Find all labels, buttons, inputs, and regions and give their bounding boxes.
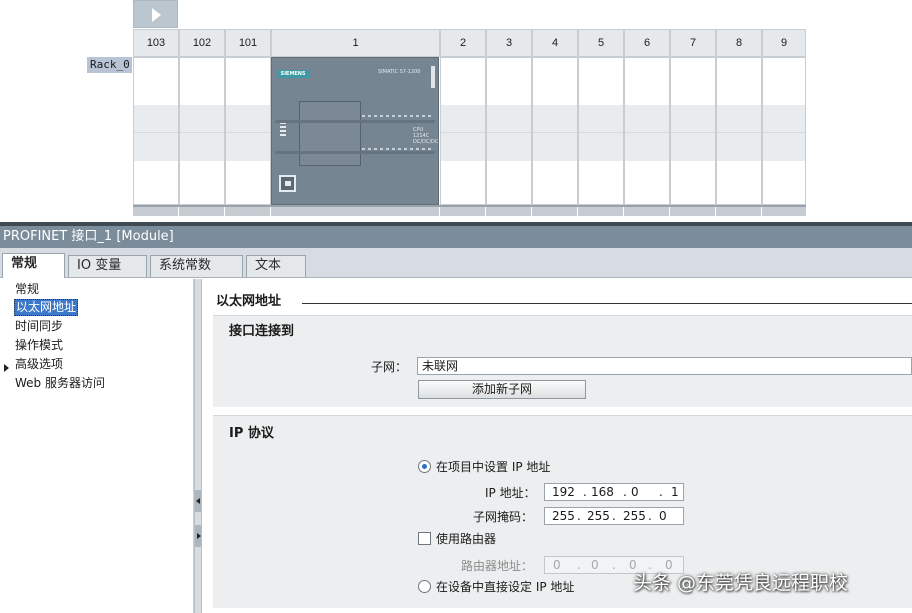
slot-header-2: 2: [440, 29, 486, 57]
slot-foot: [578, 207, 623, 216]
slot-header-101: 101: [225, 29, 271, 57]
ethernet-port-icon[interactable]: [279, 175, 296, 192]
slot-foot: [225, 207, 270, 216]
section-title-ethernet: 以太网地址: [216, 294, 282, 309]
expand-rack-button[interactable]: [133, 0, 178, 28]
slot-header-6: 6: [624, 29, 670, 57]
inspector-tabs: 常规 IO 变量 系统常数 文本: [0, 248, 912, 278]
module-separator: [275, 120, 435, 123]
slot-header-8: 8: [716, 29, 762, 57]
expand-right-icon[interactable]: [195, 525, 201, 547]
radio-set-ip-on-device[interactable]: [418, 580, 431, 593]
subnet-select[interactable]: 未联网: [417, 357, 912, 375]
tab-io-tags[interactable]: IO 变量: [68, 255, 147, 277]
cpu-front-window: [299, 101, 361, 166]
slot-8[interactable]: [716, 57, 762, 205]
slot-foot: [532, 207, 577, 216]
slot-header-102: 102: [179, 29, 225, 57]
slot-header-4: 4: [532, 29, 578, 57]
section-rule: [302, 303, 912, 304]
slot-foot: [440, 207, 485, 216]
slot-101[interactable]: [225, 57, 271, 205]
slot-2[interactable]: [440, 57, 486, 205]
slot-foot: [716, 207, 761, 216]
slot-header-3: 3: [486, 29, 532, 57]
nav-item-time-sync[interactable]: 时间同步: [14, 318, 64, 335]
radio-set-ip-in-project[interactable]: [418, 460, 431, 473]
siemens-logo: SIEMENS: [277, 70, 309, 78]
slot-foot: [624, 207, 669, 216]
slot-foot: [486, 207, 531, 216]
module-separator: [275, 151, 435, 154]
nav-item-general[interactable]: 常规: [14, 281, 40, 298]
cpu-model-text: SIMATIC S7-1200: [378, 69, 421, 75]
radio-set-ip-in-project-label[interactable]: 在项目中设置 IP 地址: [436, 458, 550, 475]
nav-item-operating-mode[interactable]: 操作模式: [14, 337, 64, 354]
slot-foot: [179, 207, 224, 216]
rack-name-label[interactable]: Rack_0: [87, 57, 132, 73]
io-terminal-strip: [362, 148, 434, 150]
io-terminal-strip: [362, 115, 434, 117]
cpu-type-label: CPU 1214C DC/DC/DC: [413, 127, 439, 145]
slot-header-5: 5: [578, 29, 624, 57]
slot-header-103: 103: [133, 29, 179, 57]
module-handle: [431, 66, 435, 88]
subnet-mask-label: 子网掩码：: [473, 510, 534, 524]
slot-102[interactable]: [179, 57, 225, 205]
slot-5[interactable]: [578, 57, 624, 205]
subnet-mask-input[interactable]: 255. 255. 255. 0: [544, 507, 684, 525]
watermark-text: 头条 @东莞凭良远程职校: [633, 572, 849, 594]
slot-7[interactable]: [670, 57, 716, 205]
nav-splitter[interactable]: [194, 279, 202, 613]
interface-group-title: 接口连接到: [229, 324, 295, 339]
tab-system-constants[interactable]: 系统常数: [150, 255, 243, 277]
inspector-title: PROFINET 接口_1 [Module]: [0, 226, 912, 248]
nav-item-advanced-options[interactable]: 高级选项: [14, 356, 64, 373]
slot-9[interactable]: [762, 57, 806, 205]
radio-set-ip-on-device-label[interactable]: 在设备中直接设定 IP 地址: [436, 578, 574, 595]
slot-foot: [762, 207, 806, 216]
slot-foot: [271, 207, 439, 216]
ip-group-title: IP 协议: [229, 426, 274, 441]
nav-item-web-server-access[interactable]: Web 服务器访问: [14, 375, 106, 392]
slot-header-7: 7: [670, 29, 716, 57]
add-subnet-button[interactable]: 添加新子网: [418, 380, 586, 399]
device-rack-view: Rack_0 103 102 101 1 2 3 4 5 6 7 8 9 SIE…: [0, 0, 912, 222]
expand-arrow-icon[interactable]: [4, 364, 9, 372]
play-icon: [152, 8, 161, 22]
slot-3[interactable]: [486, 57, 532, 205]
slot-4[interactable]: [532, 57, 578, 205]
tab-texts[interactable]: 文本: [246, 255, 306, 277]
router-address-label: 路由器地址：: [461, 559, 534, 573]
nav-item-ethernet-address[interactable]: 以太网地址: [14, 299, 79, 316]
slot-header-9: 9: [762, 29, 806, 57]
ip-address-input[interactable]: 192. 168. 0. 1: [544, 483, 684, 501]
use-router-label[interactable]: 使用路由器: [436, 530, 496, 547]
slot-header-1: 1: [271, 29, 440, 57]
tab-general[interactable]: 常规: [2, 253, 65, 278]
slot-103[interactable]: [133, 57, 179, 205]
ip-address-label: IP 地址：: [485, 486, 536, 500]
subnet-label: 子网：: [371, 360, 408, 374]
slot-6[interactable]: [624, 57, 670, 205]
cpu-module[interactable]: SIEMENS SIMATIC S7-1200 CPU 1214C DC/DC/D…: [271, 57, 439, 205]
slot-foot: [670, 207, 715, 216]
use-router-checkbox[interactable]: [418, 532, 431, 545]
slot-foot: [133, 207, 178, 216]
collapse-left-icon[interactable]: [195, 490, 201, 512]
